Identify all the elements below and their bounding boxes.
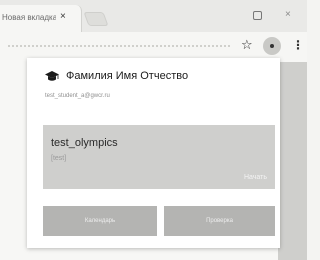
tab-strip: Новая вкладка × × [0,0,307,32]
tab-close-icon[interactable]: × [60,11,66,23]
check-button[interactable]: Проверка [164,206,275,236]
start-button[interactable]: Начать [244,174,267,181]
window-minimize-icon[interactable] [253,11,262,20]
page-content-edge [278,62,307,260]
olympiad-card[interactable]: test_olympics [test] Начать [43,125,275,189]
browser-window: Новая вкладка × × ☆ ⋮ Фамилия Имя Отчест… [0,0,307,260]
user-email: test_student_a@gwcr.ru [45,93,110,99]
new-tab-button[interactable] [83,12,109,26]
olympiad-subtitle: [test] [51,155,67,162]
browser-tab[interactable]: Новая вкладка × [0,5,82,32]
extension-icon[interactable] [263,37,281,55]
address-bar[interactable] [8,45,230,47]
extension-popup: Фамилия Имя Отчество test_student_a@gwcr… [27,58,280,248]
olympiad-title: test_olympics [51,137,118,149]
kebab-menu-icon[interactable]: ⋮ [292,37,304,53]
browser-toolbar: ☆ ⋮ [0,32,307,60]
user-name: Фамилия Имя Отчество [66,70,189,82]
tab-title: Новая вкладка [2,13,56,22]
calendar-button[interactable]: Календарь [43,206,157,236]
window-close-icon[interactable]: × [285,9,291,20]
star-icon[interactable]: ☆ [241,37,253,53]
graduation-cap-icon [45,71,59,81]
